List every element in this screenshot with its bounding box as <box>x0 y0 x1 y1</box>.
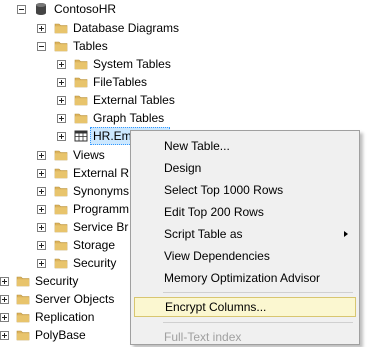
node-label: Tables <box>73 39 108 53</box>
tree-node-filetables[interactable]: FileTables <box>0 73 200 91</box>
tree-node-replication[interactable]: Replication <box>0 308 130 326</box>
expand-icon[interactable] <box>0 313 9 322</box>
tree-node-graph-tables[interactable]: Graph Tables <box>0 109 200 127</box>
folder-icon <box>54 202 68 216</box>
expand-icon[interactable] <box>37 205 46 214</box>
expand-icon[interactable] <box>57 96 66 105</box>
database-label: ContosoHR <box>54 2 117 16</box>
folder-icon <box>54 148 68 162</box>
node-label: Security <box>35 274 79 288</box>
collapse-icon[interactable] <box>17 5 26 14</box>
table-icon <box>74 129 88 143</box>
folder-icon <box>16 310 30 324</box>
folder-icon <box>16 274 30 288</box>
menu-item-edit-top-rows[interactable]: Edit Top 200 Rows <box>134 202 356 222</box>
folder-icon <box>74 111 88 125</box>
expand-icon[interactable] <box>57 114 66 123</box>
node-label: Service Br <box>73 220 129 234</box>
menu-separator <box>163 322 353 323</box>
tree-node-synonyms[interactable]: Synonyms <box>0 182 130 200</box>
menu-item-view-dependencies[interactable]: View Dependencies <box>134 246 356 266</box>
node-label: FileTables <box>93 75 148 89</box>
expand-icon[interactable] <box>57 132 66 141</box>
folder-icon <box>74 75 88 89</box>
expand-icon[interactable] <box>37 241 46 250</box>
tree-node-storage[interactable]: Storage <box>0 236 130 254</box>
tree-node-system-tables[interactable]: System Tables <box>0 55 200 73</box>
node-label: Replication <box>35 310 95 324</box>
tree-node-service-broker[interactable]: Service Br <box>0 218 130 236</box>
menu-item-memory-optimization-advisor[interactable]: Memory Optimization Advisor <box>134 268 356 288</box>
menu-separator <box>163 292 353 293</box>
menu-item-label: Script Table as <box>164 227 243 241</box>
folder-icon <box>54 238 68 252</box>
node-label: Server Objects <box>35 292 115 306</box>
folder-icon <box>74 57 88 71</box>
expand-icon[interactable] <box>37 187 46 196</box>
tree-node-database-diagrams[interactable]: Database Diagrams <box>0 19 200 37</box>
node-label: External Tables <box>93 93 175 107</box>
tree-node-server-objects[interactable]: Server Objects <box>0 290 130 308</box>
node-label: PolyBase <box>35 328 86 342</box>
database-icon <box>34 2 48 16</box>
node-label: System Tables <box>93 57 171 71</box>
folder-icon <box>54 184 68 198</box>
expand-icon[interactable] <box>57 78 66 87</box>
menu-item-encrypt-columns[interactable]: Encrypt Columns... <box>134 297 356 317</box>
expand-icon[interactable] <box>37 24 46 33</box>
expand-icon[interactable] <box>57 60 66 69</box>
node-label: Programm <box>73 202 130 216</box>
node-label: External R <box>73 166 130 180</box>
folder-icon <box>74 93 88 107</box>
tree-node-views[interactable]: Views <box>0 146 130 164</box>
menu-item-design[interactable]: Design <box>134 158 356 178</box>
node-label: Database Diagrams <box>73 21 180 35</box>
tree-node-external-tables[interactable]: External Tables <box>0 91 200 109</box>
expand-icon[interactable] <box>0 295 9 304</box>
node-label: Synonyms <box>73 184 130 198</box>
collapse-icon[interactable] <box>37 42 46 51</box>
folder-icon <box>16 292 30 306</box>
expand-icon[interactable] <box>37 151 46 160</box>
expand-icon[interactable] <box>0 277 9 286</box>
tree-node-programmability[interactable]: Programm <box>0 200 130 218</box>
folder-icon <box>16 328 30 342</box>
menu-item-select-top-rows[interactable]: Select Top 1000 Rows <box>134 180 356 200</box>
tree-node-database[interactable]: ContosoHR <box>0 0 140 18</box>
folder-icon <box>54 220 68 234</box>
context-menu: New Table... Design Select Top 1000 Rows… <box>130 130 360 345</box>
tree-node-server-security[interactable]: Security <box>0 272 130 290</box>
tree-node-external-resources[interactable]: External R <box>0 164 130 182</box>
node-label: Security <box>73 256 117 270</box>
expand-icon[interactable] <box>0 331 9 340</box>
expand-icon[interactable] <box>37 259 46 268</box>
tree-node-tables[interactable]: Tables <box>0 37 140 55</box>
expand-icon[interactable] <box>37 223 46 232</box>
tree-node-db-security[interactable]: Security <box>0 254 130 272</box>
node-label: Storage <box>73 238 116 252</box>
menu-item-new-table[interactable]: New Table... <box>134 136 356 156</box>
submenu-arrow-icon <box>344 231 348 237</box>
expand-icon[interactable] <box>37 169 46 178</box>
node-label: Views <box>73 148 105 162</box>
folder-icon <box>54 166 68 180</box>
menu-item-full-text-index[interactable]: Full-Text index <box>134 327 356 347</box>
menu-item-script-table-as[interactable]: Script Table as <box>134 224 356 244</box>
tree-node-polybase[interactable]: PolyBase <box>0 326 130 344</box>
folder-icon <box>54 21 68 35</box>
folder-icon <box>54 256 68 270</box>
node-label: Graph Tables <box>93 111 165 125</box>
folder-icon <box>54 39 68 53</box>
